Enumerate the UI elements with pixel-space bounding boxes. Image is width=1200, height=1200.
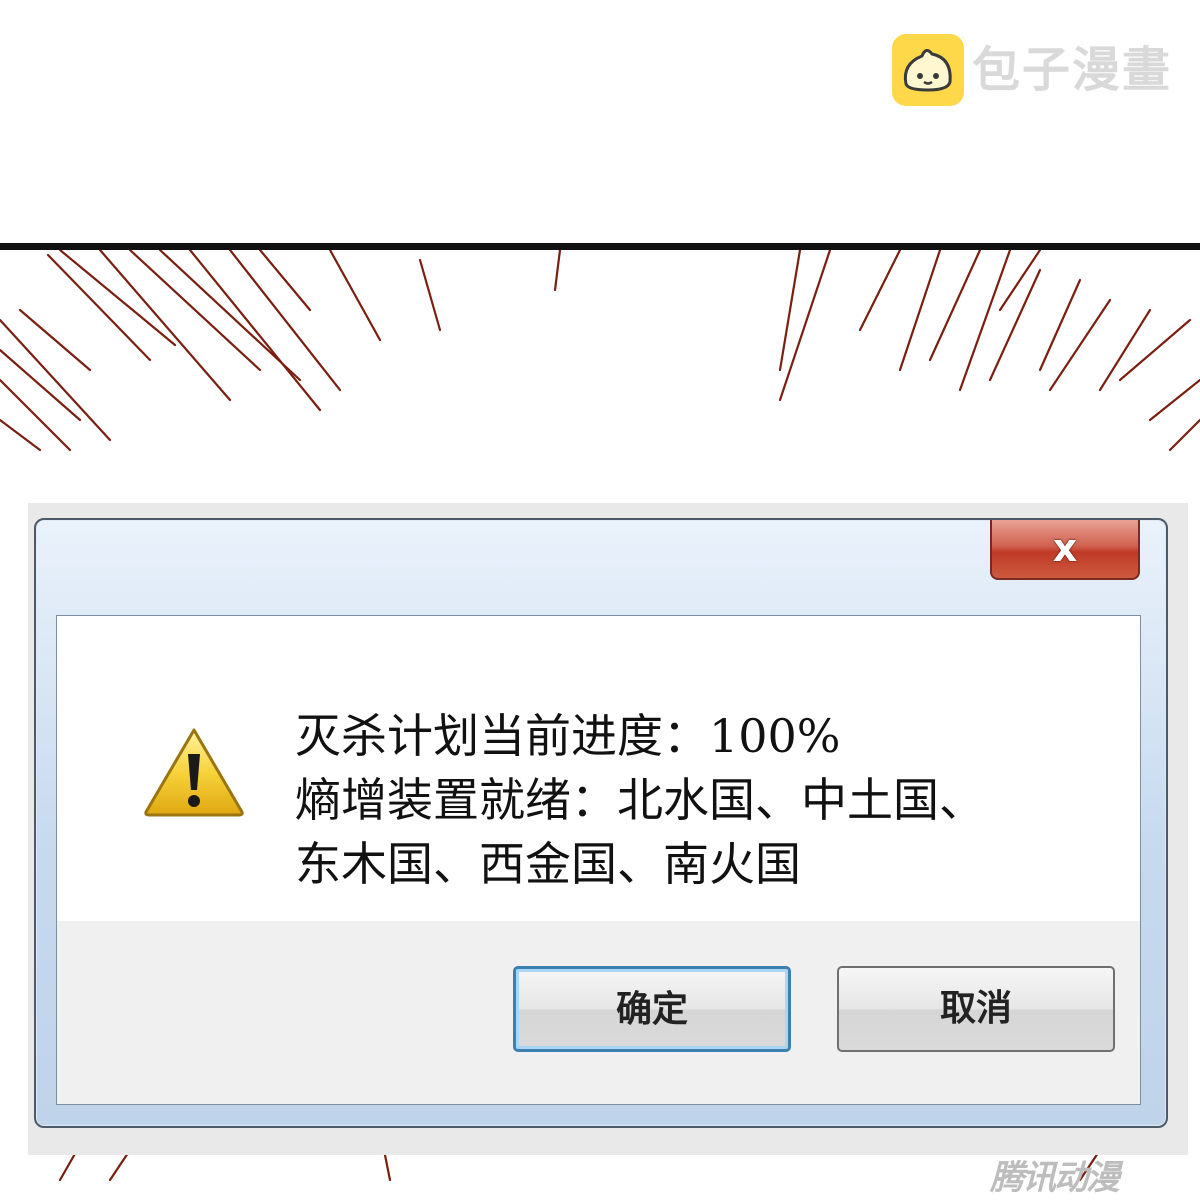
speed-line bbox=[0, 378, 72, 452]
message-line: 熵增装置就绪：北水国、中土国、 bbox=[295, 773, 985, 827]
message-line: 东木国、西金国、南火国 bbox=[295, 837, 801, 891]
speed-line bbox=[18, 308, 92, 372]
speed-line bbox=[1098, 308, 1152, 392]
brand-watermark-text: 包子漫畫 bbox=[972, 42, 1173, 98]
message-line: 灭杀计划当前进度：100% bbox=[295, 709, 841, 763]
speed-line bbox=[46, 253, 152, 362]
panel-border bbox=[0, 243, 1200, 250]
warning-triangle-icon bbox=[144, 728, 244, 817]
speed-line bbox=[0, 418, 42, 452]
speed-line bbox=[0, 318, 112, 442]
speed-line bbox=[328, 250, 382, 342]
dialog-message: 灭杀计划当前进度：100% 熵增装置就绪：北水国、中土国、 东木国、西金国、南火… bbox=[295, 704, 1115, 896]
cancel-button[interactable]: 取消 bbox=[837, 966, 1115, 1052]
speed-line bbox=[1118, 318, 1192, 382]
brand-watermark: 包子漫畫 bbox=[892, 34, 1182, 110]
speed-line bbox=[928, 250, 982, 362]
speed-line bbox=[1168, 418, 1200, 452]
speed-line bbox=[1148, 378, 1200, 422]
speed-line bbox=[418, 258, 442, 332]
warning-dialog: x 灭杀计划当前进度：100% 熵增装置就绪：北水国、中土国、 东木国、西金国、… bbox=[34, 518, 1168, 1128]
speed-line bbox=[1048, 298, 1112, 392]
speed-line bbox=[1038, 278, 1082, 372]
bun-logo-icon bbox=[892, 34, 964, 106]
speed-line bbox=[553, 250, 562, 292]
speed-line bbox=[0, 348, 82, 422]
ok-button[interactable]: 确定 bbox=[513, 966, 791, 1052]
speed-line bbox=[958, 250, 1012, 392]
speed-line bbox=[858, 250, 902, 332]
tencent-watermark: 腾讯动漫 bbox=[990, 1158, 1120, 1198]
dialog-content: 灭杀计划当前进度：100% 熵增装置就绪：北水国、中土国、 东木国、西金国、南火… bbox=[56, 615, 1141, 1105]
speed-line bbox=[128, 250, 262, 372]
close-icon[interactable]: x bbox=[992, 526, 1138, 570]
speed-line bbox=[258, 250, 312, 312]
close-button[interactable]: x bbox=[990, 520, 1140, 580]
message-area: 灭杀计划当前进度：100% 熵增装置就绪：北水国、中土国、 东木国、西金国、南火… bbox=[57, 616, 1140, 921]
speed-line bbox=[188, 250, 322, 412]
speed-line bbox=[58, 250, 177, 347]
